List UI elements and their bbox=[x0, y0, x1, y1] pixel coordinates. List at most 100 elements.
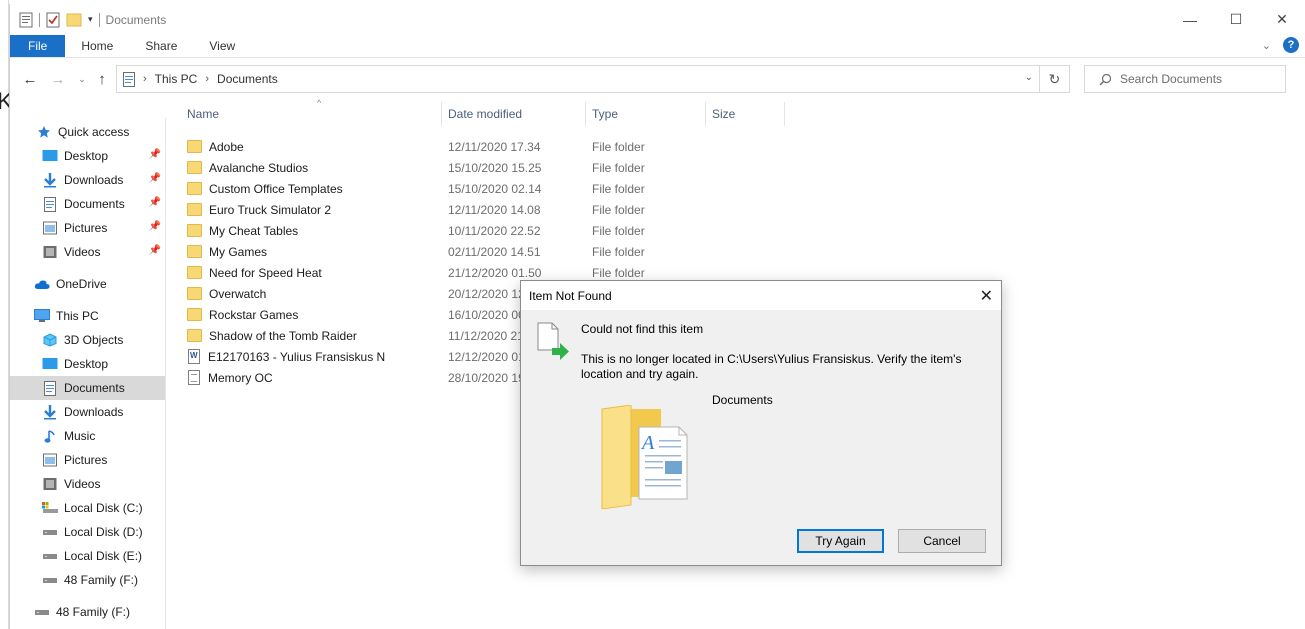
address-bar[interactable]: › This PC › Documents ⌄ ↻ bbox=[116, 65, 1070, 93]
drive-icon bbox=[42, 524, 58, 540]
music-icon bbox=[42, 428, 58, 444]
up-arrow-icon[interactable]: ↑ bbox=[92, 68, 112, 90]
file-name: Memory OC bbox=[208, 370, 273, 385]
pin-icon[interactable]: 📌 bbox=[149, 149, 161, 160]
nav-item-music[interactable]: Music bbox=[10, 424, 165, 448]
breadcrumb-this-pc[interactable]: This PC bbox=[155, 72, 198, 86]
nav-item-downloads[interactable]: Downloads bbox=[10, 400, 165, 424]
column-divider[interactable] bbox=[784, 102, 785, 126]
file-name: My Games bbox=[209, 244, 268, 259]
column-header-name[interactable]: Name bbox=[187, 100, 219, 128]
nav-item-videos-pinned[interactable]: Videos 📌 bbox=[10, 240, 165, 264]
nav-item-pictures[interactable]: Pictures bbox=[10, 448, 165, 472]
file-row[interactable]: Euro Truck Simulator 2 12/11/2020 14.08 … bbox=[180, 199, 800, 220]
item-not-found-dialog: Item Not Found ✕ Could not find this ite… bbox=[520, 280, 1002, 566]
nav-item-documents-pinned[interactable]: Documents 📌 bbox=[10, 192, 165, 216]
dialog-close-icon[interactable]: ✕ bbox=[980, 286, 993, 306]
folder-icon bbox=[187, 140, 202, 153]
nav-item-pictures-pinned[interactable]: Pictures 📌 bbox=[10, 216, 165, 240]
documents-icon bbox=[42, 196, 58, 212]
checkmark-icon[interactable] bbox=[46, 12, 60, 28]
customize-toolbar-icon[interactable]: ▾ bbox=[88, 14, 93, 25]
back-arrow-icon[interactable]: ← bbox=[20, 68, 40, 90]
nav-item-local-disk-c[interactable]: Local Disk (C:) bbox=[10, 496, 165, 520]
file-row[interactable]: Custom Office Templates 15/10/2020 02.14… bbox=[180, 178, 800, 199]
search-placeholder: Search Documents bbox=[1120, 72, 1223, 86]
dialog-heading: Could not find this item bbox=[581, 322, 704, 336]
nav-item-quick-access[interactable]: Quick access bbox=[10, 120, 165, 144]
file-row[interactable]: My Games 02/11/2020 14.51 File folder bbox=[180, 241, 800, 262]
properties-icon[interactable] bbox=[19, 12, 33, 28]
folder-icon bbox=[187, 224, 202, 237]
toolbar-separator bbox=[39, 12, 40, 27]
tab-view[interactable]: View bbox=[193, 35, 251, 57]
address-dropdown-icon[interactable]: ⌄ bbox=[1025, 72, 1033, 83]
help-icon[interactable]: ? bbox=[1283, 37, 1299, 53]
file-name: Custom Office Templates bbox=[209, 181, 343, 196]
drive-icon bbox=[42, 548, 58, 564]
nav-item-local-disk-d[interactable]: Local Disk (D:) bbox=[10, 520, 165, 544]
minimize-button[interactable]: — bbox=[1167, 4, 1213, 35]
folder-icon bbox=[187, 266, 202, 279]
nav-item-this-pc[interactable]: This PC bbox=[10, 304, 165, 328]
breadcrumb-chevron-icon[interactable]: › bbox=[205, 73, 209, 85]
folder-icon bbox=[187, 308, 202, 321]
pin-icon[interactable]: 📌 bbox=[149, 245, 161, 256]
file-date: 15/10/2020 02.14 bbox=[448, 181, 542, 196]
pin-icon[interactable]: 📌 bbox=[149, 221, 161, 232]
cancel-button[interactable]: Cancel bbox=[898, 529, 986, 553]
file-type: File folder bbox=[592, 160, 645, 175]
column-divider[interactable] bbox=[441, 102, 442, 126]
column-divider[interactable] bbox=[705, 102, 706, 126]
dialog-title: Item Not Found bbox=[529, 288, 612, 303]
column-header-date-modified[interactable]: Date modified bbox=[448, 100, 522, 128]
refresh-icon[interactable]: ↻ bbox=[1039, 66, 1069, 92]
recent-locations-icon[interactable]: ⌄ bbox=[72, 68, 92, 90]
dialog-message: This is no longer located in C:\Users\Yu… bbox=[581, 352, 962, 381]
column-header-type[interactable]: Type bbox=[592, 100, 618, 128]
file-row[interactable]: My Cheat Tables 10/11/2020 22.52 File fo… bbox=[180, 220, 800, 241]
tab-home[interactable]: Home bbox=[65, 35, 129, 57]
nav-item-48-family-f[interactable]: 48 Family (F:) bbox=[10, 568, 165, 592]
nav-item-3d-objects[interactable]: 3D Objects bbox=[10, 328, 165, 352]
nav-item-local-disk-e[interactable]: Local Disk (E:) bbox=[10, 544, 165, 568]
nav-item-desktop-pinned[interactable]: Desktop 📌 bbox=[10, 144, 165, 168]
nav-item-desktop[interactable]: Desktop bbox=[10, 352, 165, 376]
file-row[interactable]: Avalanche Studios 15/10/2020 15.25 File … bbox=[180, 157, 800, 178]
tab-share[interactable]: Share bbox=[129, 35, 193, 57]
ribbon-tabs: File Home Share View ⌄ ? bbox=[10, 35, 1305, 58]
search-box[interactable]: Search Documents bbox=[1084, 65, 1286, 93]
nav-item-videos[interactable]: Videos bbox=[10, 472, 165, 496]
file-type: File folder bbox=[592, 202, 645, 217]
nav-item-onedrive[interactable]: OneDrive bbox=[10, 272, 165, 296]
expand-ribbon-icon[interactable]: ⌄ bbox=[1262, 39, 1271, 52]
file-name: Euro Truck Simulator 2 bbox=[209, 202, 332, 217]
column-divider[interactable] bbox=[585, 102, 586, 126]
nav-item-documents[interactable]: Documents bbox=[10, 376, 165, 400]
breadcrumb-documents[interactable]: Documents bbox=[217, 72, 278, 86]
folder-icon bbox=[187, 245, 202, 258]
cube-icon bbox=[42, 332, 58, 348]
maximize-button[interactable]: ☐ bbox=[1213, 4, 1259, 35]
breadcrumb-chevron-icon[interactable]: › bbox=[143, 73, 147, 85]
folder-icon bbox=[187, 329, 202, 342]
column-header-size[interactable]: Size bbox=[712, 100, 735, 128]
nav-item-downloads-pinned[interactable]: Downloads 📌 bbox=[10, 168, 165, 192]
file-row[interactable]: Adobe 12/11/2020 17.34 File folder bbox=[180, 136, 800, 157]
desktop-icon bbox=[42, 148, 58, 164]
close-window-button[interactable]: ✕ bbox=[1259, 4, 1305, 35]
nav-item-48-family-f-root[interactable]: 48 Family (F:) bbox=[10, 600, 165, 624]
tab-file[interactable]: File bbox=[10, 35, 66, 57]
new-folder-icon[interactable] bbox=[66, 13, 82, 27]
download-icon bbox=[42, 172, 58, 188]
background-app-edge: K bbox=[0, 0, 13, 629]
file-date: 21/12/2020 01.50 bbox=[448, 265, 542, 280]
file-date: 15/10/2020 15.25 bbox=[448, 160, 542, 175]
file-date: 20/12/2020 12 bbox=[448, 286, 525, 301]
forward-arrow-icon[interactable]: → bbox=[48, 68, 68, 90]
drive-icon bbox=[42, 572, 58, 588]
try-again-button[interactable]: Try Again bbox=[797, 529, 884, 553]
pin-icon[interactable]: 📌 bbox=[149, 197, 161, 208]
desktop-icon bbox=[42, 356, 58, 372]
pin-icon[interactable]: 📌 bbox=[149, 173, 161, 184]
